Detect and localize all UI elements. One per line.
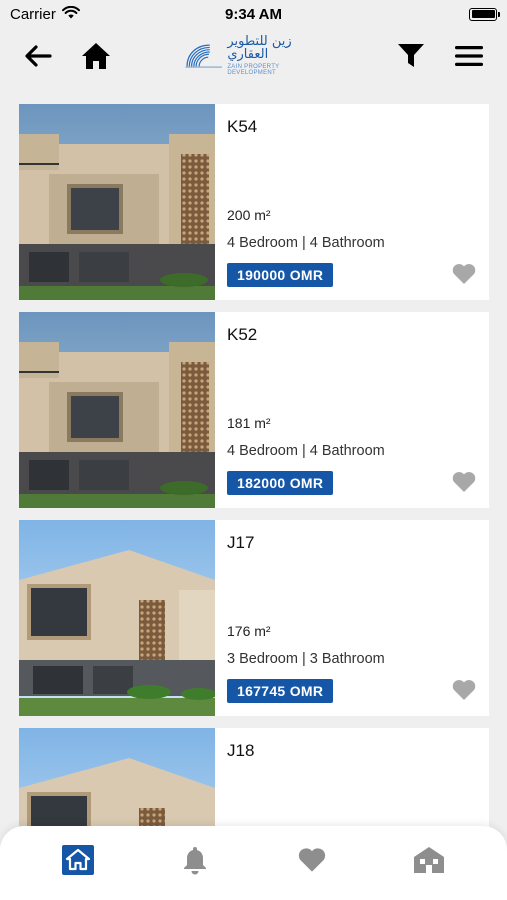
heart-icon [452,472,476,492]
property-area: 176 m² [227,623,271,639]
arrow-left-icon [25,45,52,67]
carrier-label: Carrier [10,5,56,23]
brand-logo: زين للتطوير العقاري ZAIN PROPERTY DEVELO… [184,32,310,78]
filter-button[interactable] [395,40,427,72]
property-title: K52 [227,325,258,344]
home-tab-icon [62,845,95,875]
battery-icon [469,7,500,21]
favorite-button[interactable] [451,678,477,702]
property-photo [19,104,215,300]
property-details: J17 176 m² 3 Bedroom | 3 Bathroom 167745… [215,520,489,716]
property-price: 190000 OMR [227,263,334,287]
heart-icon [452,264,476,284]
property-rooms: 4 Bedroom | 4 Bathroom [227,235,385,251]
property-details: K54 200 m² 4 Bedroom | 4 Bathroom 190000… [215,104,489,300]
logo-arabic: زين للتطوير العقاري [227,33,292,62]
property-card[interactable]: J17 176 m² 3 Bedroom | 3 Bathroom 167745… [19,520,489,716]
property-card[interactable]: K54 200 m² 4 Bedroom | 4 Bathroom 190000… [19,104,489,300]
header-left-group [22,40,112,72]
property-area: 200 m² [227,207,271,223]
top-navigation-bar: زين للتطوير العقاري ZAIN PROPERTY DEVELO… [0,28,507,84]
heart-icon [452,680,476,700]
back-button[interactable] [22,40,54,72]
menu-button[interactable] [453,40,485,72]
property-card[interactable]: K52 181 m² 4 Bedroom | 4 Bathroom 182000… [19,312,489,508]
bell-icon [184,847,207,875]
tab-home[interactable] [58,840,98,880]
hamburger-menu-icon [455,46,483,66]
favorite-button[interactable] [451,262,477,286]
property-title: J18 [227,741,255,760]
tab-notifications[interactable] [175,840,215,880]
logo-english: ZAIN PROPERTY DEVELOPMENT [227,63,280,76]
home-button[interactable] [80,40,112,72]
property-photo [19,312,215,508]
bottom-tab-bar [0,826,507,900]
property-photo [19,520,215,716]
property-title: K54 [227,117,258,136]
tab-favorites[interactable] [292,840,332,880]
logo-text: زين للتطوير العقاري ZAIN PROPERTY DEVELO… [227,35,310,76]
property-title: J17 [227,533,255,552]
home-icon [82,43,110,69]
property-area: 181 m² [227,415,271,431]
status-bar: Carrier 9:34 AM [0,0,507,28]
property-list: K54 200 m² 4 Bedroom | 4 Bathroom 190000… [19,104,489,900]
property-rooms: 3 Bedroom | 3 Bathroom [227,651,385,667]
property-rooms: 4 Bedroom | 4 Bathroom [227,443,385,459]
status-left: Carrier [10,5,80,23]
property-details: K52 181 m² 4 Bedroom | 4 Bathroom 182000… [215,312,489,508]
property-price: 167745 OMR [227,679,334,703]
logo-mark-icon [185,44,222,68]
tab-properties[interactable] [409,840,449,880]
header-right-group [395,40,485,72]
wifi-icon [61,5,80,23]
building-icon [413,847,444,873]
favorite-button[interactable] [451,470,477,494]
property-price: 182000 OMR [227,471,334,495]
filter-icon [398,44,424,67]
heart-icon [298,848,325,872]
